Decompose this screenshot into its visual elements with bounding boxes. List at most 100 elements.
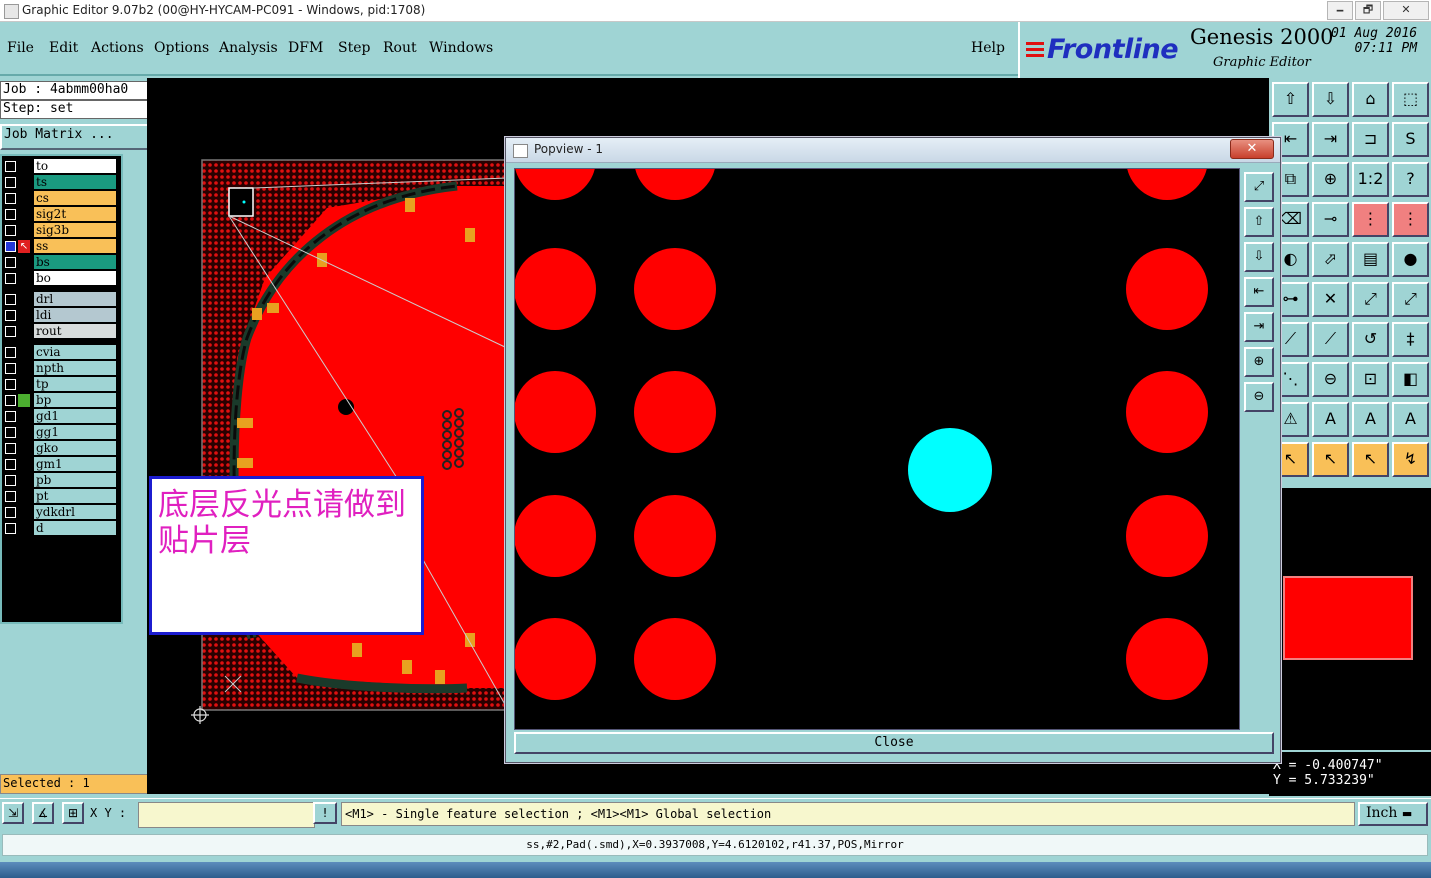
layer-row-bp[interactable]: bp: [2, 393, 118, 408]
menu-file[interactable]: File: [7, 40, 34, 56]
smd-pad[interactable]: [515, 248, 596, 330]
layer-row-bo[interactable]: bo: [2, 271, 118, 286]
smd-pad[interactable]: [515, 495, 596, 577]
layer-checkbox[interactable]: [5, 347, 16, 358]
layer-checkbox[interactable]: [5, 294, 16, 305]
layer-row-bs[interactable]: bs: [2, 255, 118, 270]
select-tool-icon[interactable]: ⇲: [2, 802, 24, 824]
popview-zoom-up-icon[interactable]: ⇧: [1244, 207, 1274, 237]
cross-tool-icon[interactable]: ✕: [1312, 282, 1349, 317]
smd-pad[interactable]: [515, 371, 596, 453]
ruler-tool-icon[interactable]: ▤: [1352, 242, 1389, 277]
layer-checkbox[interactable]: [5, 475, 16, 486]
smd-pad[interactable]: [634, 371, 716, 453]
help-tool-icon[interactable]: ?: [1392, 162, 1429, 197]
smd-pad[interactable]: [634, 169, 716, 200]
warning-icon[interactable]: !: [313, 802, 337, 824]
layer-checkbox[interactable]: [5, 427, 16, 438]
menu-windows[interactable]: Windows: [429, 40, 493, 56]
popview-zoom-in-icon[interactable]: ⊕: [1244, 347, 1274, 377]
layer-row-ldi[interactable]: ldi: [2, 308, 118, 323]
fit-tool-icon[interactable]: ⊡: [1352, 362, 1389, 397]
popview-pan-left-icon[interactable]: ⇤: [1244, 277, 1274, 307]
xy-input[interactable]: [138, 802, 315, 828]
layer-checkbox[interactable]: [5, 225, 16, 236]
smd-pad[interactable]: [634, 618, 716, 700]
right-tool-icon[interactable]: ⇥: [1312, 122, 1349, 157]
measure-b-tool-icon[interactable]: ⋮: [1392, 202, 1429, 237]
layer-row-ts[interactable]: ts: [2, 175, 118, 190]
house-tool-icon[interactable]: ⌂: [1352, 82, 1389, 117]
layer-checkbox[interactable]: [5, 209, 16, 220]
home-tool-icon[interactable]: ⇧: [1272, 82, 1309, 117]
copy-tool-icon[interactable]: ◧: [1392, 362, 1429, 397]
layer-checkbox[interactable]: [5, 523, 16, 534]
text-b-tool-icon[interactable]: A: [1352, 402, 1389, 437]
layer-row-sig3b[interactable]: sig3b: [2, 223, 118, 238]
menu-help[interactable]: Help: [971, 40, 1005, 56]
text-c-tool-icon[interactable]: A: [1392, 402, 1429, 437]
split-tool-icon[interactable]: ⊖: [1312, 362, 1349, 397]
restore-button[interactable]: 🗗: [1355, 1, 1381, 20]
popview-zoom-down-icon[interactable]: ⇩: [1244, 242, 1274, 272]
text-a-tool-icon[interactable]: A: [1312, 402, 1349, 437]
layer-checkbox[interactable]: [5, 273, 16, 284]
menu-dfm[interactable]: DFM: [288, 40, 323, 56]
selected-pad[interactable]: [908, 428, 992, 512]
job-matrix-button[interactable]: Job Matrix ...: [0, 124, 150, 150]
pan-tool-icon[interactable]: ⊐: [1352, 122, 1389, 157]
layer-row-gg1[interactable]: gg1: [2, 425, 118, 440]
layer-row-to[interactable]: to: [2, 159, 118, 174]
smd-pad[interactable]: [1126, 371, 1208, 453]
layer-checkbox[interactable]: [5, 193, 16, 204]
stretch-tool-icon[interactable]: ⤢: [1352, 282, 1389, 317]
layer-checkbox[interactable]: [5, 241, 16, 252]
snap-tool-icon[interactable]: S: [1392, 122, 1429, 157]
popview-zoom-out-icon[interactable]: ⊖: [1244, 382, 1274, 412]
layer-checkbox[interactable]: [5, 310, 16, 321]
popview-close-button[interactable]: Close: [514, 732, 1274, 754]
smd-pad[interactable]: [1126, 618, 1208, 700]
select-c-tool-icon[interactable]: ↖: [1352, 442, 1389, 477]
layer-row-ss[interactable]: ↖ ss: [2, 239, 118, 254]
popview-fit-icon[interactable]: ⤢: [1244, 172, 1274, 202]
smd-pad[interactable]: [1126, 248, 1208, 330]
layer-checkbox[interactable]: [5, 326, 16, 337]
layer-checkbox[interactable]: [5, 363, 16, 374]
layer-checkbox[interactable]: [5, 177, 16, 188]
smd-pad[interactable]: [634, 248, 716, 330]
layer-row-cvia[interactable]: cvia: [2, 345, 118, 360]
layer-row-sig2t[interactable]: sig2t: [2, 207, 118, 222]
layer-row-gko[interactable]: gko: [2, 441, 118, 456]
smd-pad[interactable]: [515, 169, 596, 200]
dot-tool-icon[interactable]: ●: [1392, 242, 1429, 277]
layer-row-pb[interactable]: pb: [2, 473, 118, 488]
shape-tool-icon[interactable]: ⬀: [1312, 242, 1349, 277]
layer-row-rout[interactable]: rout: [2, 324, 118, 339]
layer-checkbox[interactable]: [5, 491, 16, 502]
popview-close-x[interactable]: ✕: [1230, 139, 1274, 159]
up-tool-icon[interactable]: ⇩: [1312, 82, 1349, 117]
smd-pad[interactable]: [1126, 169, 1208, 200]
menu-options[interactable]: Options: [154, 40, 209, 56]
layer-row-ydkdrl[interactable]: ydkdrl: [2, 505, 118, 520]
probe-tool-icon[interactable]: ⊸: [1312, 202, 1349, 237]
zoom-tool-icon[interactable]: ⊕: [1312, 162, 1349, 197]
scale-tool-icon[interactable]: 1:2: [1352, 162, 1389, 197]
grid-icon[interactable]: ⊞: [62, 802, 84, 824]
menu-step[interactable]: Step: [338, 40, 370, 56]
select-b-tool-icon[interactable]: ↖: [1312, 442, 1349, 477]
popview-canvas[interactable]: [514, 168, 1240, 730]
line-b-tool-icon[interactable]: ⟋: [1312, 322, 1349, 357]
connect-tool-icon[interactable]: ↯: [1392, 442, 1429, 477]
layer-row-gd1[interactable]: gd1: [2, 409, 118, 424]
layer-row-gm1[interactable]: gm1: [2, 457, 118, 472]
layer-row-pt[interactable]: pt: [2, 489, 118, 504]
menu-analysis[interactable]: Analysis: [219, 40, 278, 56]
mirror-tool-icon[interactable]: ‡: [1392, 322, 1429, 357]
layer-row-d[interactable]: d: [2, 521, 118, 536]
popview-pan-right-icon[interactable]: ⇥: [1244, 312, 1274, 342]
menu-actions[interactable]: Actions: [91, 40, 144, 56]
layer-checkbox[interactable]: [5, 161, 16, 172]
menu-rout[interactable]: Rout: [383, 40, 417, 56]
